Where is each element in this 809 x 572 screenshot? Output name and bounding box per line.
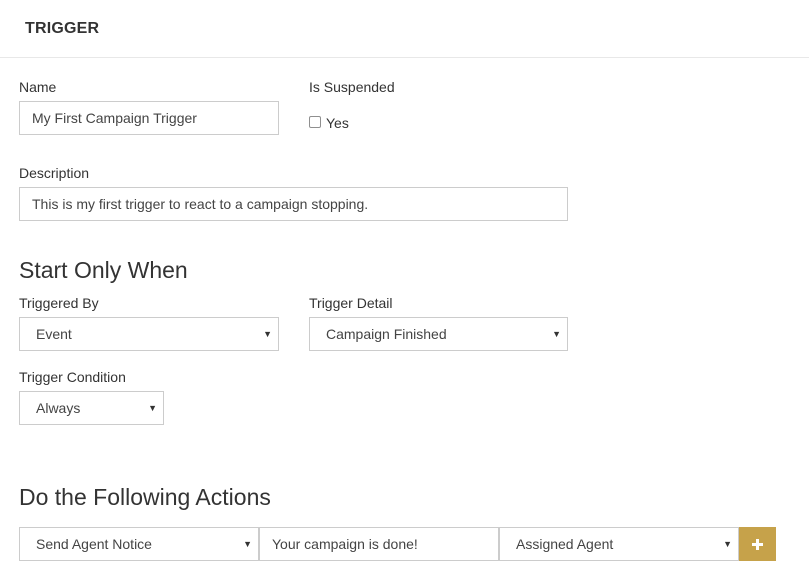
trigger-detail-label: Trigger Detail [309,295,393,311]
suspended-checkbox[interactable] [309,116,321,128]
trigger-detail-value: Campaign Finished [326,326,447,342]
name-label: Name [19,79,57,95]
triggered-by-value: Event [36,326,72,342]
plus-icon [752,538,763,550]
trigger-condition-select[interactable]: Always ▼ [19,391,164,425]
start-only-when-heading: Start Only When [19,257,188,283]
name-input[interactable]: My First Campaign Trigger [19,101,279,135]
action-recipient-value: Assigned Agent [516,536,614,552]
suspended-option-label[interactable]: Yes [326,115,349,131]
trigger-detail-select[interactable]: Campaign Finished ▼ [309,317,568,351]
chevron-down-icon: ▼ [243,539,252,549]
actions-heading: Do the Following Actions [19,484,271,510]
trigger-condition-label: Trigger Condition [19,369,126,385]
action-message-input[interactable]: Your campaign is done! [259,527,499,561]
chevron-down-icon: ▼ [263,329,272,339]
description-input[interactable]: This is my first trigger to react to a c… [19,187,568,221]
description-label: Description [19,165,90,181]
add-action-button[interactable] [739,527,776,561]
suspended-label: Is Suspended [309,79,395,95]
triggered-by-select[interactable]: Event ▼ [19,317,279,351]
trigger-condition-value: Always [36,400,81,416]
action-type-value: Send Agent Notice [36,536,152,552]
header-divider [0,57,809,58]
action-recipient-select[interactable]: Assigned Agent ▼ [499,527,739,561]
chevron-down-icon: ▼ [552,329,561,339]
triggered-by-label: Triggered By [19,295,99,311]
chevron-down-icon: ▼ [723,539,732,549]
chevron-down-icon: ▼ [148,403,157,413]
action-type-select[interactable]: Send Agent Notice ▼ [19,527,259,561]
section-title: TRIGGER [25,20,100,37]
